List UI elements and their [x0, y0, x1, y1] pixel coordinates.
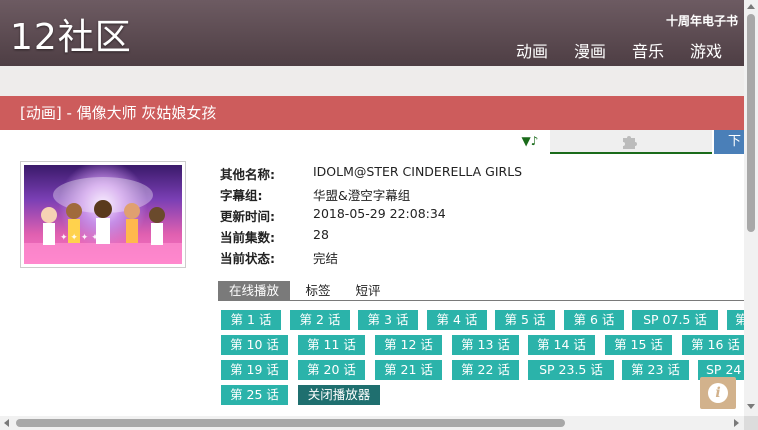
episode-button[interactable]: SP 07.5 话	[632, 310, 718, 330]
info-value: 华盟&澄空字幕组	[313, 188, 411, 203]
site-header: 12社区 十周年电子书 动画 漫画 音乐 游戏	[0, 0, 744, 66]
episode-button[interactable]: 第 2 话	[290, 310, 350, 330]
tab-online-play[interactable]: 在线播放	[218, 281, 290, 301]
scroll-right-arrow-icon[interactable]	[734, 419, 739, 427]
info-label: 当前集数:	[220, 230, 275, 245]
info-label: 当前状态:	[220, 251, 275, 266]
svg-text:✦ ✦ ✦ ✦ ✦: ✦ ✦ ✦ ✦ ✦	[60, 233, 110, 243]
scrollbar-corner	[744, 416, 758, 430]
nav-item-music[interactable]: 音乐	[632, 38, 664, 62]
episode-button[interactable]: 第 25 话	[221, 385, 288, 405]
header-spacer	[0, 66, 744, 96]
page-title: [动画] - 偶像大师 灰姑娘女孩	[20, 104, 217, 122]
page-title-bar: [动画] - 偶像大师 灰姑娘女孩	[0, 96, 744, 130]
episode-button[interactable]: 第 19 话	[221, 360, 288, 380]
episode-button[interactable]: 第 11 话	[298, 335, 365, 355]
info-value: 完结	[313, 251, 339, 266]
tabs-divider	[218, 300, 744, 301]
puzzle-icon	[620, 131, 640, 151]
main-nav: 动画 漫画 音乐 游戏	[516, 38, 744, 62]
episode-button[interactable]: 第 1 话	[221, 310, 281, 330]
episode-button[interactable]: 第 23 话	[622, 360, 689, 380]
nav-item-manga[interactable]: 漫画	[574, 38, 606, 62]
horizontal-scroll-thumb[interactable]	[16, 419, 565, 427]
vertical-scrollbar[interactable]	[744, 0, 758, 416]
info-icon: i	[708, 383, 728, 403]
horizontal-scrollbar[interactable]	[0, 416, 744, 430]
episode-button[interactable]: 第 5 话	[495, 310, 555, 330]
player-controls: ▼♪ 下	[516, 130, 744, 154]
close-player-button[interactable]: 关闭播放器	[298, 385, 380, 405]
episode-button[interactable]: 第 15 话	[605, 335, 672, 355]
cover-image[interactable]: ✦ ✦ ✦ ✦ ✦	[24, 165, 182, 264]
cover-image-frame: ✦ ✦ ✦ ✦ ✦	[20, 161, 186, 268]
site-logo[interactable]: 12社区	[10, 14, 132, 62]
episode-button[interactable]: 第	[727, 310, 744, 330]
info-value: IDOLM@STER CINDERELLA GIRLS	[313, 164, 523, 179]
info-value: 28	[313, 227, 329, 242]
scroll-down-arrow-icon[interactable]	[747, 404, 755, 409]
nav-item-games[interactable]: 游戏	[690, 38, 722, 62]
episode-button[interactable]: SP 23.5 话	[528, 360, 614, 380]
info-value: 2018-05-29 22:08:34	[313, 206, 446, 221]
vertical-scroll-thumb[interactable]	[747, 14, 755, 232]
episode-button[interactable]: 第 14 话	[528, 335, 595, 355]
info-button[interactable]: i	[700, 377, 736, 409]
episode-button[interactable]: 第 16 话	[682, 335, 744, 355]
scroll-left-arrow-icon[interactable]	[4, 419, 9, 427]
info-label: 其他名称:	[220, 167, 275, 182]
anniversary-ebook-link[interactable]: 十周年电子书	[666, 12, 738, 29]
tab-tags[interactable]: 标签	[300, 281, 336, 301]
episode-button[interactable]: 第 22 话	[452, 360, 519, 380]
episode-button[interactable]: 第 6 话	[564, 310, 624, 330]
nav-item-anime[interactable]: 动画	[516, 38, 548, 62]
music-toggle-icon[interactable]: ▼♪	[516, 130, 544, 152]
content-tabs: 在线播放 标签 短评	[218, 281, 744, 301]
episode-button[interactable]: 第 10 话	[221, 335, 288, 355]
info-label: 更新时间:	[220, 209, 275, 224]
episode-button[interactable]: 第 4 话	[427, 310, 487, 330]
episode-button[interactable]: 第 3 话	[358, 310, 418, 330]
episode-button[interactable]: 第 21 话	[375, 360, 442, 380]
episode-button[interactable]: 第 12 话	[375, 335, 442, 355]
episode-button[interactable]: 第 20 话	[298, 360, 365, 380]
download-button[interactable]: 下	[714, 130, 744, 154]
plugin-placeholder[interactable]	[550, 130, 712, 154]
scroll-up-arrow-icon[interactable]	[747, 4, 755, 9]
episode-button[interactable]: 第 13 话	[452, 335, 519, 355]
info-label: 字幕组:	[220, 188, 263, 203]
tab-short-reviews[interactable]: 短评	[350, 281, 386, 301]
page-viewport: 12社区 十周年电子书 动画 漫画 音乐 游戏 [动画] - 偶像大师 灰姑娘女…	[0, 0, 744, 416]
